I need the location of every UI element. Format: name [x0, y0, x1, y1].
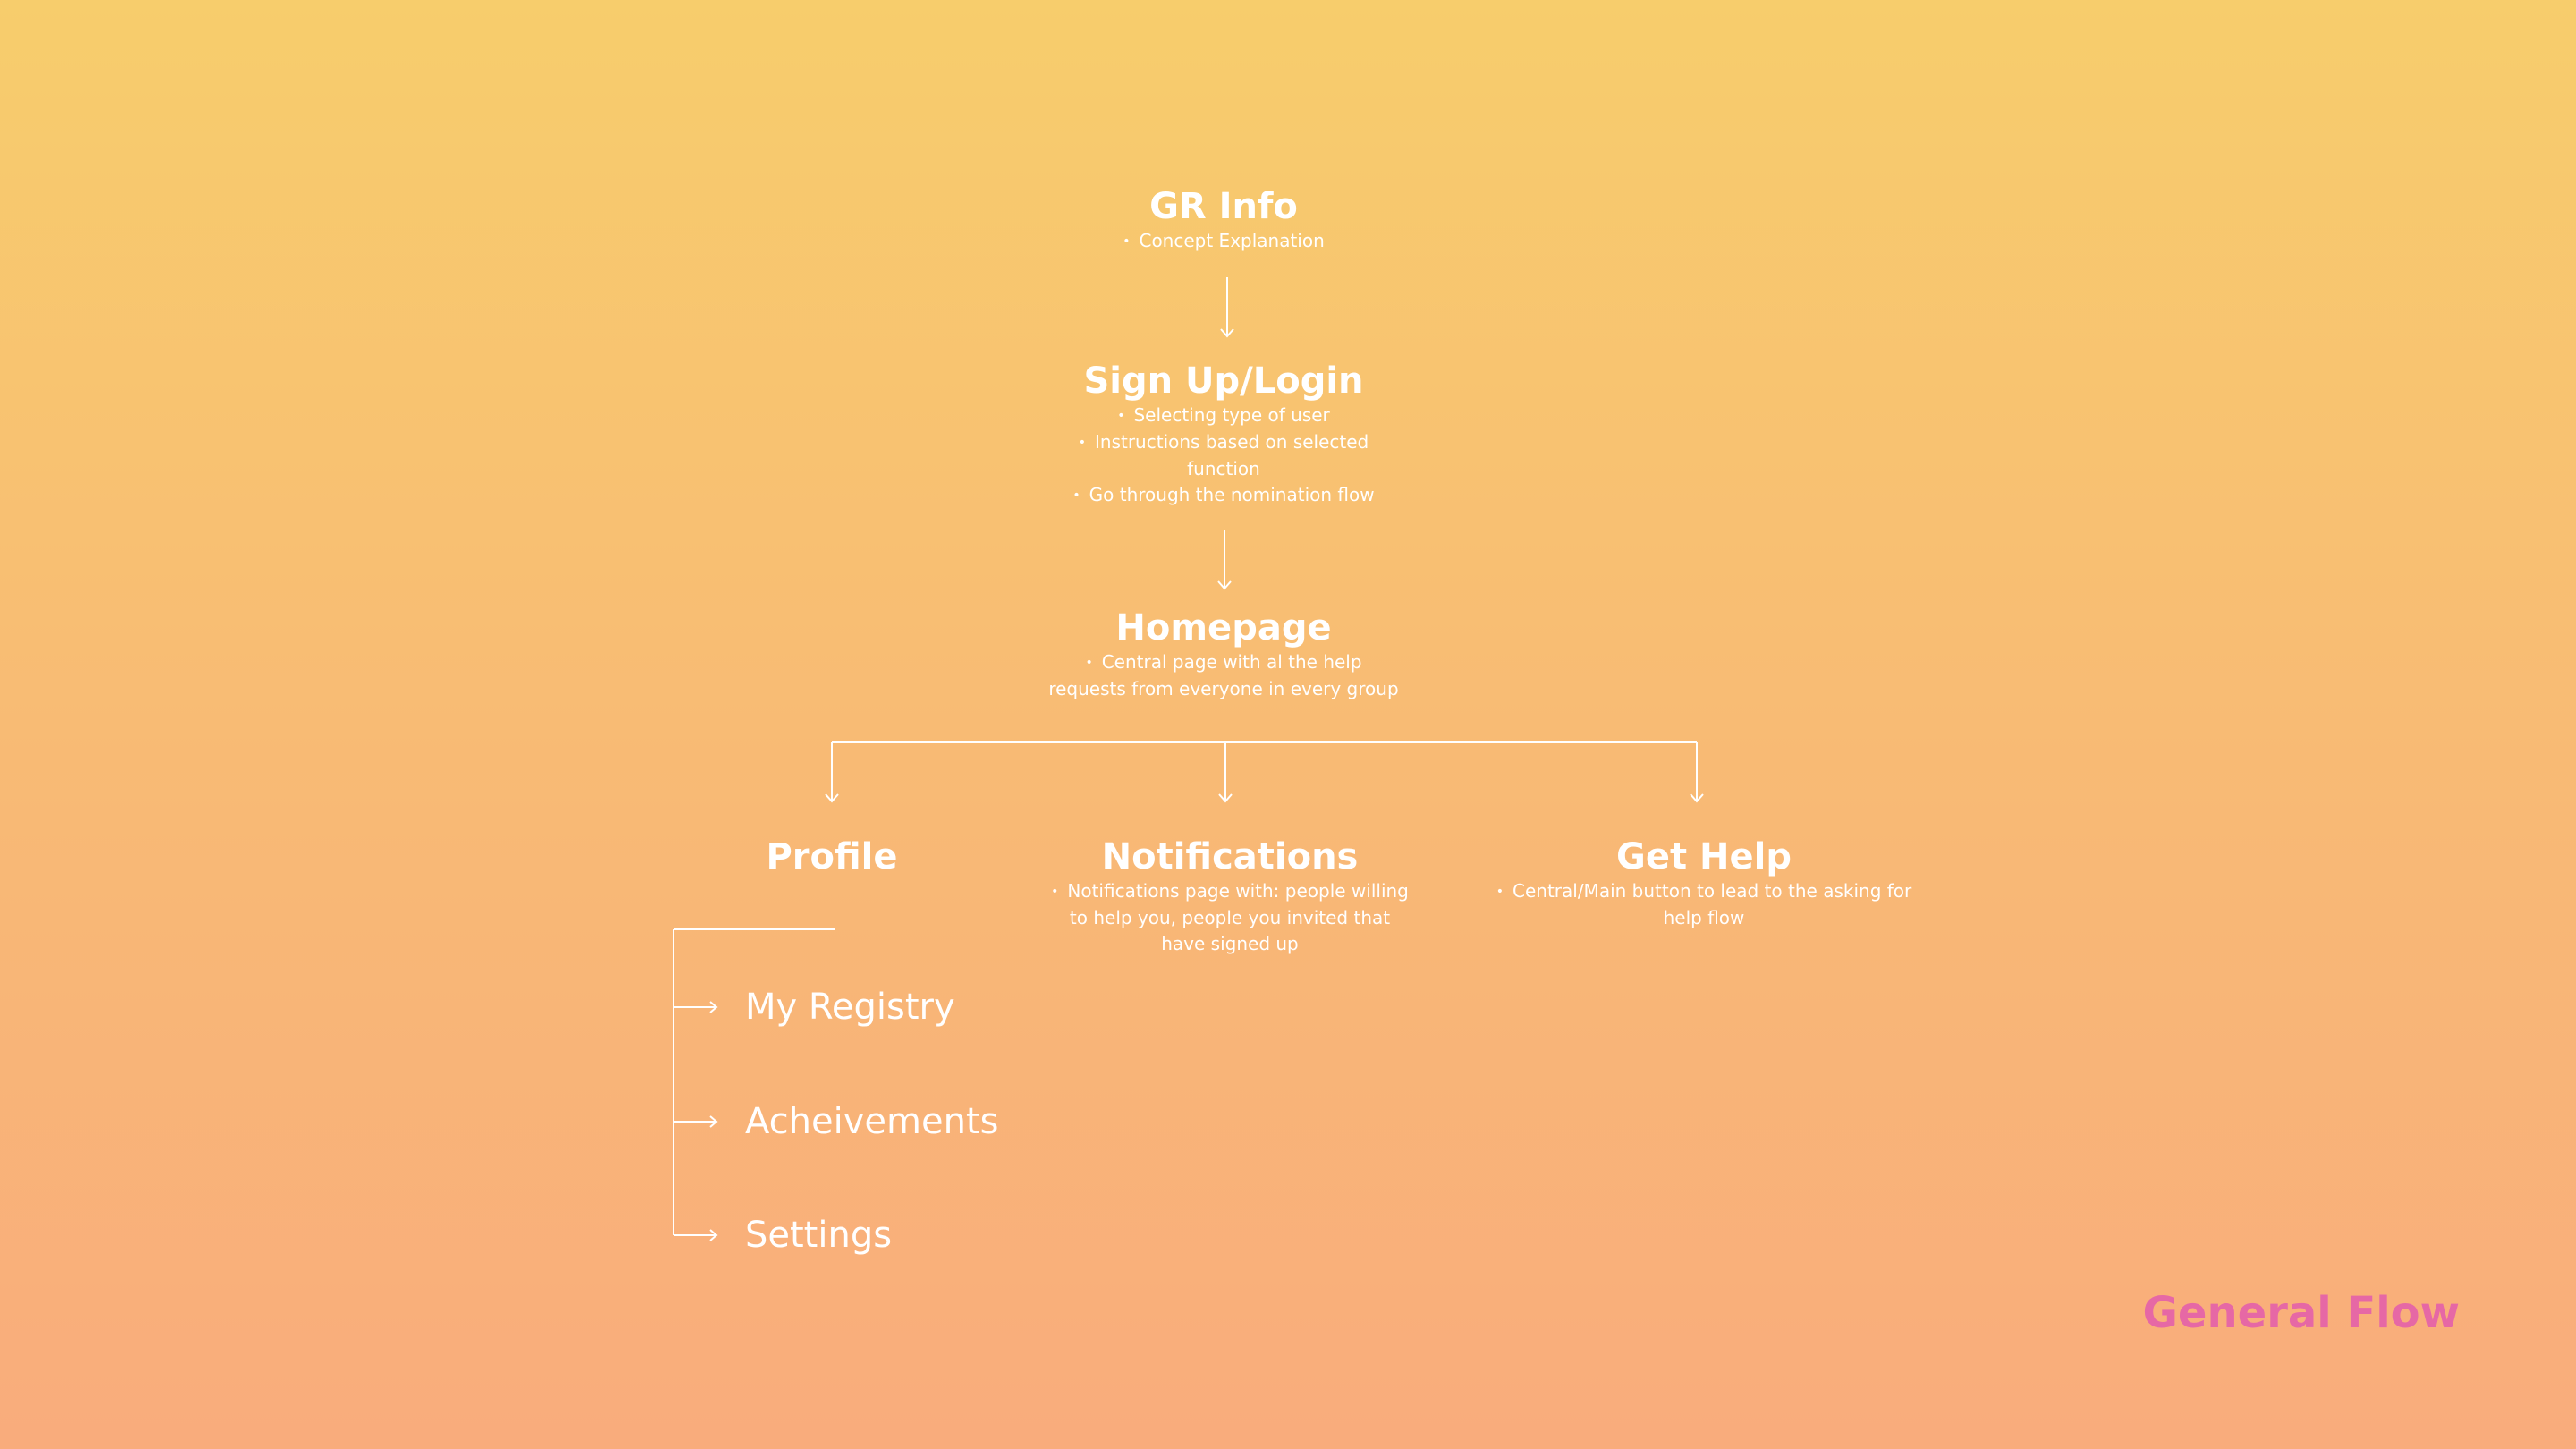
bullet-item: Go through the nomination flow [1063, 482, 1385, 509]
node-title: Notifications [1101, 836, 1359, 877]
node-bullets: Notifications page with: people willing … [1046, 878, 1413, 957]
node-title: Get Help [1616, 836, 1792, 877]
node-bullets: Selecting type of user Instructions base… [1063, 402, 1385, 509]
node-bullets: Central page with al the help requests f… [1045, 649, 1402, 702]
node-title: Sign Up/Login [1083, 360, 1364, 402]
node-title: Profile [766, 836, 898, 877]
bullet-item: Selecting type of user [1063, 402, 1385, 429]
node-profile: Profile [698, 835, 966, 878]
node-get-help: Get Help Central/Main button to lead to … [1494, 835, 1914, 931]
bullet-item: Central/Main button to lead to the askin… [1494, 878, 1914, 931]
node-bullets: Central/Main button to lead to the askin… [1494, 878, 1914, 931]
profile-item-my-registry: My Registry [745, 987, 955, 1028]
node-sign-up-login: Sign Up/Login Selecting type of user Ins… [1063, 360, 1385, 509]
slide-title: General Flow [2142, 1288, 2460, 1338]
bullet-item: Instructions based on selected function [1063, 429, 1385, 482]
bullet-item: Concept Explanation [1063, 228, 1385, 255]
profile-item-achievements: Acheivements [745, 1101, 999, 1142]
node-bullets: Concept Explanation [1063, 228, 1385, 255]
bullet-item: Central page with al the help requests f… [1045, 649, 1402, 702]
node-title: GR Info [1149, 186, 1298, 227]
profile-item-settings: Settings [745, 1215, 893, 1256]
node-homepage: Homepage Central page with al the help r… [1045, 606, 1402, 702]
node-notifications: Notifications Notifications page with: p… [1046, 835, 1413, 957]
node-gr-info: GR Info Concept Explanation [1063, 185, 1385, 255]
node-title: Homepage [1115, 607, 1332, 648]
bullet-item: Notifications page with: people willing … [1046, 878, 1413, 957]
